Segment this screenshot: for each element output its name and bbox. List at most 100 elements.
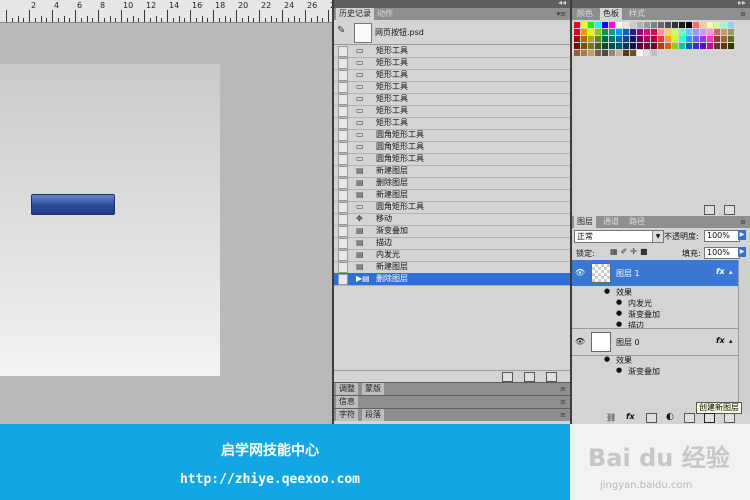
- history-source-checkbox[interactable]: [338, 202, 348, 213]
- color-swatch[interactable]: [574, 22, 580, 28]
- color-swatch[interactable]: [700, 29, 706, 35]
- color-swatch[interactable]: [630, 36, 636, 42]
- history-source-checkbox[interactable]: [338, 58, 348, 69]
- color-swatch[interactable]: [602, 22, 608, 28]
- color-swatch[interactable]: [728, 29, 734, 35]
- color-swatch[interactable]: [728, 36, 734, 42]
- color-swatch[interactable]: [658, 29, 664, 35]
- color-swatch[interactable]: [581, 43, 587, 49]
- history-source-checkbox[interactable]: [338, 82, 348, 93]
- history-source-checkbox[interactable]: [338, 274, 348, 285]
- fx-icon[interactable]: fx: [716, 336, 725, 345]
- color-swatch[interactable]: [679, 22, 685, 28]
- color-swatch[interactable]: [595, 29, 601, 35]
- layer-row-layer1[interactable]: 👁 图层 1 fx ▴: [572, 260, 738, 286]
- effects-group-layer0[interactable]: ● 效果: [572, 354, 738, 365]
- tab-character[interactable]: 字符: [336, 409, 358, 421]
- color-swatch[interactable]: [588, 22, 594, 28]
- color-swatch[interactable]: [581, 50, 587, 56]
- color-swatch[interactable]: [693, 43, 699, 49]
- color-swatch[interactable]: [721, 22, 727, 28]
- color-swatch[interactable]: [609, 36, 615, 42]
- trash-icon[interactable]: [546, 372, 557, 382]
- color-swatch[interactable]: [665, 43, 671, 49]
- layer-name[interactable]: 图层 1: [616, 268, 640, 279]
- color-swatch[interactable]: [686, 36, 692, 42]
- horizontal-ruler[interactable]: 246810121416182022242628: [0, 0, 332, 23]
- eye-icon[interactable]: ●: [616, 320, 622, 328]
- history-source-checkbox[interactable]: [338, 130, 348, 141]
- panel-menu-icon[interactable]: ▾≡: [557, 10, 566, 18]
- tab-paragraph[interactable]: 段落: [362, 409, 384, 421]
- add-mask-icon[interactable]: [646, 413, 657, 423]
- color-swatch[interactable]: [623, 50, 629, 56]
- eye-icon[interactable]: ●: [616, 366, 622, 374]
- lock-position-icon[interactable]: ✛: [630, 247, 640, 256]
- color-swatch[interactable]: [672, 36, 678, 42]
- history-source-checkbox[interactable]: [338, 226, 348, 237]
- history-source-checkbox[interactable]: [338, 250, 348, 261]
- link-layers-icon[interactable]: ⛓: [606, 413, 616, 422]
- history-source-checkbox[interactable]: [338, 94, 348, 105]
- color-swatch[interactable]: [609, 22, 615, 28]
- color-swatch[interactable]: [595, 43, 601, 49]
- collapse-icon[interactable]: ◂◂: [558, 0, 566, 7]
- history-source-checkbox[interactable]: [338, 214, 348, 225]
- color-swatch[interactable]: [651, 29, 657, 35]
- adjustment-layer-icon[interactable]: ◐: [666, 412, 674, 422]
- history-source-checkbox[interactable]: [338, 190, 348, 201]
- add-style-icon[interactable]: fx: [626, 412, 635, 421]
- color-swatch[interactable]: [700, 43, 706, 49]
- color-swatch[interactable]: [658, 36, 664, 42]
- document-canvas[interactable]: [0, 64, 220, 376]
- effects-group-layer1[interactable]: ● 效果: [572, 286, 738, 297]
- color-swatch[interactable]: [623, 22, 629, 28]
- eye-icon[interactable]: 👁: [575, 268, 585, 277]
- color-swatch[interactable]: [707, 22, 713, 28]
- color-swatch[interactable]: [707, 43, 713, 49]
- color-swatch[interactable]: [630, 43, 636, 49]
- tab-styles[interactable]: 样式: [626, 8, 648, 20]
- color-swatch[interactable]: [686, 22, 692, 28]
- effect-item[interactable]: ● 渐变叠加: [572, 308, 738, 319]
- effect-item[interactable]: ● 渐变叠加: [572, 365, 738, 376]
- history-brush-icon[interactable]: ✎: [337, 25, 345, 36]
- history-source-checkbox[interactable]: [338, 46, 348, 57]
- color-swatch[interactable]: [700, 22, 706, 28]
- layer-name[interactable]: 图层 0: [616, 337, 640, 348]
- color-swatch[interactable]: [602, 29, 608, 35]
- color-swatch[interactable]: [714, 29, 720, 35]
- color-swatch[interactable]: [616, 43, 622, 49]
- fx-icon[interactable]: fx: [716, 267, 725, 276]
- color-swatch[interactable]: [728, 43, 734, 49]
- color-swatch[interactable]: [637, 50, 643, 56]
- color-swatch[interactable]: [616, 22, 622, 28]
- chevron-up-icon[interactable]: ▴: [729, 268, 733, 276]
- tab-layers[interactable]: 图层: [574, 216, 596, 228]
- color-swatch[interactable]: [686, 29, 692, 35]
- color-swatch[interactable]: [714, 22, 720, 28]
- color-swatch[interactable]: [679, 36, 685, 42]
- color-swatch[interactable]: [630, 22, 636, 28]
- color-swatch[interactable]: [637, 43, 643, 49]
- fill-arrow-icon[interactable]: ▶: [738, 247, 746, 257]
- color-swatch[interactable]: [651, 50, 657, 56]
- panel-menu-icon[interactable]: ≡: [560, 411, 566, 419]
- chevron-up-icon[interactable]: ▴: [729, 337, 733, 345]
- color-swatch[interactable]: [630, 50, 636, 56]
- color-swatch[interactable]: [574, 50, 580, 56]
- color-swatch[interactable]: [574, 29, 580, 35]
- color-swatch[interactable]: [658, 22, 664, 28]
- lock-pixels-icon[interactable]: ✐: [621, 247, 631, 256]
- color-swatch[interactable]: [609, 43, 615, 49]
- color-swatch[interactable]: [721, 43, 727, 49]
- color-swatch[interactable]: [721, 29, 727, 35]
- color-swatch[interactable]: [637, 36, 643, 42]
- color-swatch[interactable]: [616, 36, 622, 42]
- color-swatch[interactable]: [609, 29, 615, 35]
- color-swatch[interactable]: [588, 36, 594, 42]
- tab-history[interactable]: 历史记录: [336, 8, 374, 20]
- color-swatch[interactable]: [595, 36, 601, 42]
- collapse-icon[interactable]: ▸▸: [738, 0, 746, 7]
- eye-icon[interactable]: ●: [616, 298, 622, 306]
